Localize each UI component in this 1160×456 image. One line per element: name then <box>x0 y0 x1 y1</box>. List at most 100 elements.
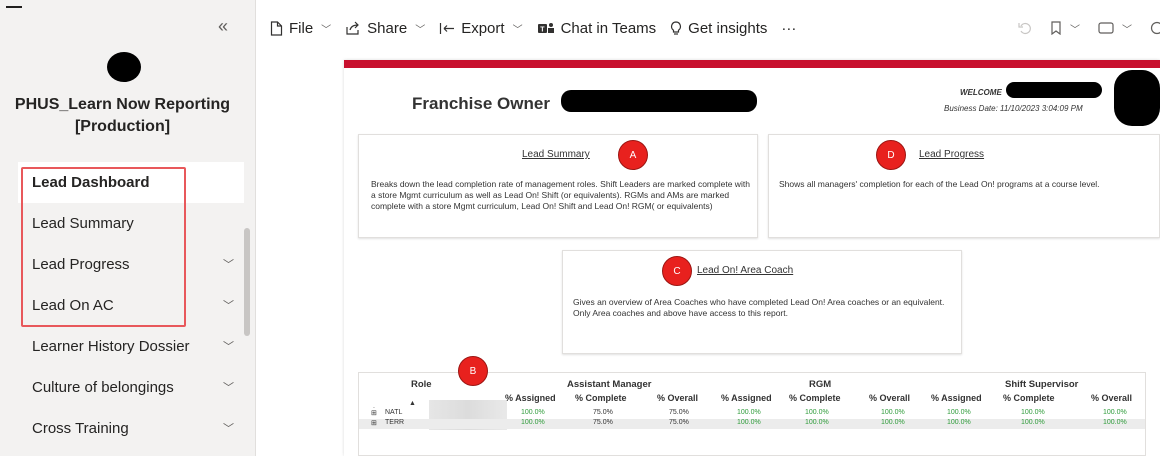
table-row: ⊞ NATL 100.0% 75.0% 75.0% 100.0% 100.0% … <box>359 409 1145 419</box>
col-header[interactable]: % Overall <box>1091 393 1132 403</box>
value-cell: 100.0% <box>1021 419 1045 426</box>
col-header[interactable]: % Assigned <box>931 393 982 403</box>
share-icon <box>346 21 360 35</box>
business-date: Business Date: 11/10/2023 3:04:09 PM <box>944 104 1083 113</box>
value-cell: 100.0% <box>737 409 761 416</box>
value-cell: 100.0% <box>521 419 545 426</box>
col-header[interactable]: % Complete <box>1003 393 1055 403</box>
export-label: Export <box>461 19 505 37</box>
chevron-down-icon: ﹀ <box>415 24 426 36</box>
sidebar-nav: Lead Dashboard Lead Summary Lead Progres… <box>18 162 244 449</box>
export-icon <box>440 22 455 34</box>
undo-icon[interactable] <box>1018 21 1032 35</box>
sidebar-item-lead-summary[interactable]: Lead Summary <box>18 203 244 244</box>
lead-progress-description: Shows all managers' completion for each … <box>779 179 1100 189</box>
value-cell: 100.0% <box>947 409 971 416</box>
expand-icon[interactable]: ⊞ <box>371 419 377 427</box>
chevron-down-icon[interactable]: ﹀ <box>223 297 234 313</box>
sidebar-item-label: Lead Summary <box>32 215 134 232</box>
area-coach-card[interactable]: Lead On! Area Coach Gives an overview of… <box>562 250 962 354</box>
workspace-title: PHUS_Learn Now Reporting [Production] <box>14 96 231 135</box>
lead-summary-link[interactable]: Lead Summary <box>522 149 590 160</box>
sidebar-item-label: Cross Training <box>32 420 129 437</box>
sidebar-item-label: Learner History Dossier <box>32 338 190 355</box>
value-cell: 100.0% <box>737 419 761 426</box>
lead-summary-description: Breaks down the lead completion rate of … <box>371 179 750 211</box>
report-page: Franchise Owner WELCOME Business Date: 1… <box>344 60 1160 456</box>
expand-icon[interactable]: ⊞ <box>371 409 377 417</box>
value-cell: 100.0% <box>1103 409 1127 416</box>
chevron-down-icon[interactable]: ﹀ <box>223 338 234 354</box>
collapse-sidebar-icon[interactable]: « <box>218 16 228 37</box>
redacted-name <box>561 90 757 112</box>
sidebar-item-learner-history[interactable]: Learner History Dossier ﹀ <box>18 326 244 367</box>
annotation-marker-d: D <box>876 140 906 170</box>
role-cell: NATL <box>385 409 403 416</box>
view-icon <box>1098 22 1114 34</box>
group-header-rgm: RGM <box>809 379 832 390</box>
sidebar-item-culture[interactable]: Culture of belongings ﹀ <box>18 367 244 408</box>
annotation-marker-b: B <box>458 356 488 386</box>
page-title: Franchise Owner <box>412 94 550 113</box>
export-button[interactable]: Export ﹀ <box>439 19 523 37</box>
sidebar-item-label: Lead Dashboard <box>32 174 150 191</box>
sidebar-item-lead-progress[interactable]: Lead Progress ﹀ <box>18 244 244 285</box>
sort-ascending-icon[interactable]: ▲ <box>409 400 416 407</box>
value-cell: 75.0% <box>593 419 613 426</box>
chat-in-teams-button[interactable]: T Chat in Teams <box>537 20 656 37</box>
sidebar-item-label: Lead On AC <box>32 297 114 314</box>
value-cell: 75.0% <box>669 409 689 416</box>
welcome-label: WELCOME <box>960 88 1002 97</box>
chevron-down-icon[interactable]: ﹀ <box>223 379 234 395</box>
value-cell: 100.0% <box>881 419 905 426</box>
toolbar-right: ﹀ ﹀ <box>1000 0 1160 56</box>
annotation-marker-a: A <box>618 140 648 170</box>
bookmark-button[interactable]: ﹀ <box>1050 21 1080 36</box>
teams-icon: T <box>537 22 554 33</box>
col-header[interactable]: % Overall <box>657 393 698 403</box>
chevron-down-icon[interactable]: ﹀ <box>223 420 234 436</box>
col-header[interactable]: % Assigned <box>505 393 556 403</box>
file-menu-button[interactable]: File ﹀ <box>270 20 331 37</box>
sidebar-item-label: Culture of belongings <box>32 379 174 396</box>
chevron-down-icon[interactable]: ﹀ <box>223 256 234 272</box>
value-cell: 100.0% <box>805 419 829 426</box>
col-header[interactable]: % Assigned <box>721 393 772 403</box>
area-coach-description: Gives an overview of Area Coaches who ha… <box>573 297 945 318</box>
more-icon: ··· <box>781 19 797 37</box>
value-cell: 75.0% <box>593 409 613 416</box>
chevron-down-icon: ﹀ <box>321 24 332 36</box>
share-button[interactable]: Share ﹀ <box>345 20 425 37</box>
col-header[interactable]: % Complete <box>789 393 841 403</box>
lead-summary-card[interactable]: Lead Summary Breaks down the lead comple… <box>358 134 758 238</box>
file-icon <box>270 20 283 36</box>
role-column-header[interactable]: Role <box>411 379 432 390</box>
insights-label: Get insights <box>688 19 768 37</box>
share-label: Share <box>367 19 408 37</box>
bookmark-icon <box>1051 21 1061 35</box>
get-insights-button[interactable]: Get insights <box>670 20 767 37</box>
value-cell: 100.0% <box>1103 419 1127 426</box>
group-header-shift-supervisor: Shift Supervisor <box>1005 379 1079 390</box>
sidebar-item-lead-on-ac[interactable]: Lead On AC ﹀ <box>18 285 244 326</box>
value-cell: 75.0% <box>669 419 689 426</box>
lead-progress-card[interactable]: Lead Progress Shows all managers' comple… <box>768 134 1160 238</box>
chevron-down-icon: ﹀ <box>512 24 523 36</box>
more-options-button[interactable]: ··· <box>781 20 796 37</box>
col-header[interactable]: % Complete <box>575 393 627 403</box>
redacted-avatar <box>1114 70 1160 126</box>
sidebar-scrollbar[interactable] <box>244 228 250 336</box>
area-coach-link[interactable]: Lead On! Area Coach <box>697 265 793 276</box>
view-button[interactable]: ﹀ <box>1098 21 1132 36</box>
sidebar-item-lead-dashboard[interactable]: Lead Dashboard <box>18 162 244 203</box>
sidebar-item-cross-training[interactable]: Cross Training ﹀ <box>18 408 244 449</box>
report-canvas: Franchise Owner WELCOME Business Date: 1… <box>256 56 1160 456</box>
lead-progress-link[interactable]: Lead Progress <box>919 149 984 160</box>
value-cell: 100.0% <box>881 409 905 416</box>
report-toolbar: File ﹀ Share ﹀ Export ﹀ T Chat in Teams … <box>256 0 1160 56</box>
comment-icon[interactable] <box>1150 21 1160 35</box>
col-header[interactable]: % Overall <box>869 393 910 403</box>
value-cell: 100.0% <box>947 419 971 426</box>
value-cell: 100.0% <box>521 409 545 416</box>
group-header-assistant-manager: Assistant Manager <box>567 379 652 390</box>
